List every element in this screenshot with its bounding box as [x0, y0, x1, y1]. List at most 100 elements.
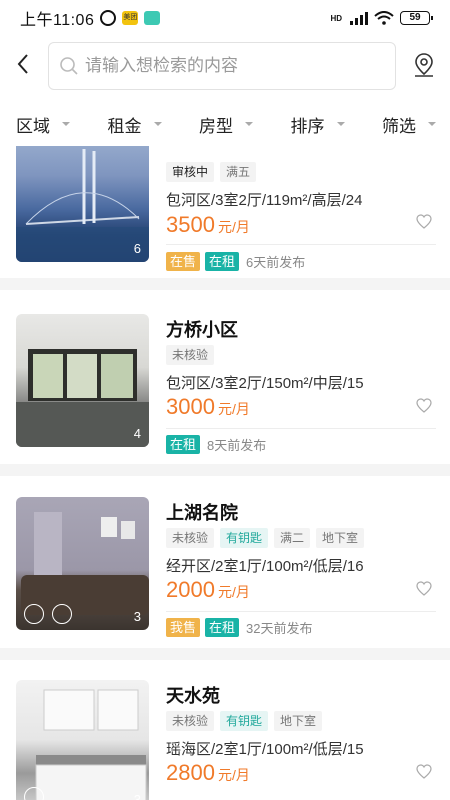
tag-row: 未核验 有钥匙 地下室: [166, 711, 323, 731]
listing-price: 2800 元/月: [166, 760, 250, 786]
posted-time: 6天前发布: [246, 255, 306, 270]
favorite-heart-icon[interactable]: [416, 398, 432, 413]
tag: 满五: [220, 162, 257, 182]
photo-count: 3: [133, 609, 141, 624]
listing-list: 6 审核中 满五 包河区/3室2厅/119m²/高层/24 3500 元/月 在售…: [0, 146, 450, 800]
section-divider: [0, 278, 450, 290]
price-value: 2000: [166, 577, 215, 602]
vr-view-icon[interactable]: [24, 787, 44, 800]
price-value: 3500: [166, 212, 215, 237]
filter-label: 租金: [107, 116, 142, 136]
posted-time: 8天前发布: [207, 438, 267, 453]
status-bar: 上午11:06 美团 HD 59: [0, 0, 450, 36]
signal-icon: [350, 11, 368, 25]
row-divider: [166, 611, 436, 612]
caret-down-icon: [245, 122, 253, 126]
search-box[interactable]: [48, 42, 396, 90]
listing-photo[interactable]: 3: [16, 680, 149, 800]
battery-icon: 59: [400, 11, 433, 25]
search-header: [0, 40, 450, 92]
search-icon: [60, 57, 78, 75]
tag: 地下室: [274, 711, 323, 731]
price-value: 2800: [166, 760, 215, 785]
listing-photo[interactable]: 6: [16, 146, 149, 262]
listing-desc: 瑶海区/2室1厅/100m²/低层/15: [166, 741, 364, 758]
listing-desc: 经开区/2室1厅/100m²/低层/16: [166, 558, 364, 575]
tag: 有钥匙: [220, 711, 269, 731]
rent-badge: 在租: [205, 618, 240, 637]
listing-price: 3500 元/月: [166, 212, 250, 238]
filter-sort[interactable]: 排序: [291, 104, 345, 144]
search-input[interactable]: [85, 56, 395, 76]
status-row: 我售 在租 32天前发布: [166, 618, 313, 637]
photo-count: 6: [133, 241, 141, 256]
network-type: HD: [330, 13, 342, 23]
favorite-heart-icon[interactable]: [416, 764, 432, 779]
tag: 地下室: [316, 528, 365, 548]
tag-row: 未核验 有钥匙 满二 地下室: [166, 528, 365, 548]
price-unit: 元/月: [217, 219, 250, 235]
price-unit: 元/月: [217, 767, 250, 783]
app-notification-icon: [144, 11, 161, 25]
caret-down-icon: [428, 122, 436, 126]
room-illustration: [16, 349, 149, 447]
listing-photo[interactable]: 3: [16, 497, 149, 630]
filter-rent[interactable]: 租金: [108, 104, 162, 144]
status-row: 在售 在租 6天前发布: [166, 252, 305, 271]
status-row: 在租 8天前发布: [166, 435, 266, 454]
price-unit: 元/月: [217, 584, 250, 600]
row-divider: [166, 428, 436, 429]
listing-desc: 包河区/3室2厅/119m²/高层/24: [166, 192, 363, 209]
tag: 未核验: [166, 345, 215, 365]
tag: 审核中: [166, 162, 215, 182]
rent-badge: 在租: [205, 252, 240, 271]
location-pin-icon[interactable]: [412, 52, 436, 78]
play-video-icon[interactable]: [24, 604, 44, 624]
caret-down-icon: [62, 122, 70, 126]
filter-label: 排序: [290, 116, 325, 136]
filter-area[interactable]: 区域: [16, 104, 70, 144]
tag-row: 未核验: [166, 345, 215, 365]
meituan-app-icon: 美团: [122, 11, 139, 25]
posted-time: 32天前发布: [246, 621, 313, 636]
filter-label: 筛选: [382, 116, 416, 136]
wifi-icon: [374, 11, 394, 25]
filter-layout[interactable]: 房型: [199, 104, 253, 144]
row-divider: [166, 244, 436, 245]
vr-view-icon[interactable]: [52, 604, 72, 624]
tag: 未核验: [166, 711, 215, 731]
listing-title: 天水苑: [166, 686, 220, 706]
section-divider: [0, 648, 450, 660]
filter-more[interactable]: 筛选: [382, 104, 436, 144]
kitchen-illustration: [35, 689, 147, 800]
rent-badge: 在租: [166, 435, 201, 454]
favorite-heart-icon[interactable]: [416, 214, 432, 229]
tag: 满二: [274, 528, 311, 548]
status-time: 上午11:06: [20, 12, 95, 29]
tag: 有钥匙: [220, 528, 269, 548]
listing-price: 2000 元/月: [166, 577, 250, 603]
caret-down-icon: [336, 122, 345, 126]
caret-down-icon: [153, 122, 162, 126]
listing-desc: 包河区/3室2厅/150m²/中层/15: [166, 375, 364, 392]
photo-count: 3: [133, 792, 141, 800]
section-divider: [0, 464, 450, 476]
listing-title: 上湖名院: [166, 503, 238, 523]
sale-badge: 在售: [166, 252, 201, 271]
favorite-heart-icon[interactable]: [416, 581, 432, 596]
back-icon[interactable]: [12, 52, 36, 76]
filter-bar: 区域 租金 房型 排序 筛选: [0, 104, 450, 144]
price-unit: 元/月: [217, 401, 250, 417]
tag-row: 审核中 满五: [166, 162, 257, 182]
filter-label: 房型: [199, 116, 233, 136]
photo-count: 4: [133, 426, 141, 441]
listing-price: 3000 元/月: [166, 394, 250, 420]
bridge-illustration: [16, 149, 149, 262]
price-value: 3000: [166, 394, 215, 419]
listing-title: 方桥小区: [166, 320, 238, 340]
tag: 未核验: [166, 528, 215, 548]
sale-badge: 我售: [166, 618, 201, 637]
alarm-icon: [100, 10, 117, 26]
listing-photo[interactable]: 4: [16, 314, 149, 447]
filter-label: 区域: [16, 116, 50, 136]
